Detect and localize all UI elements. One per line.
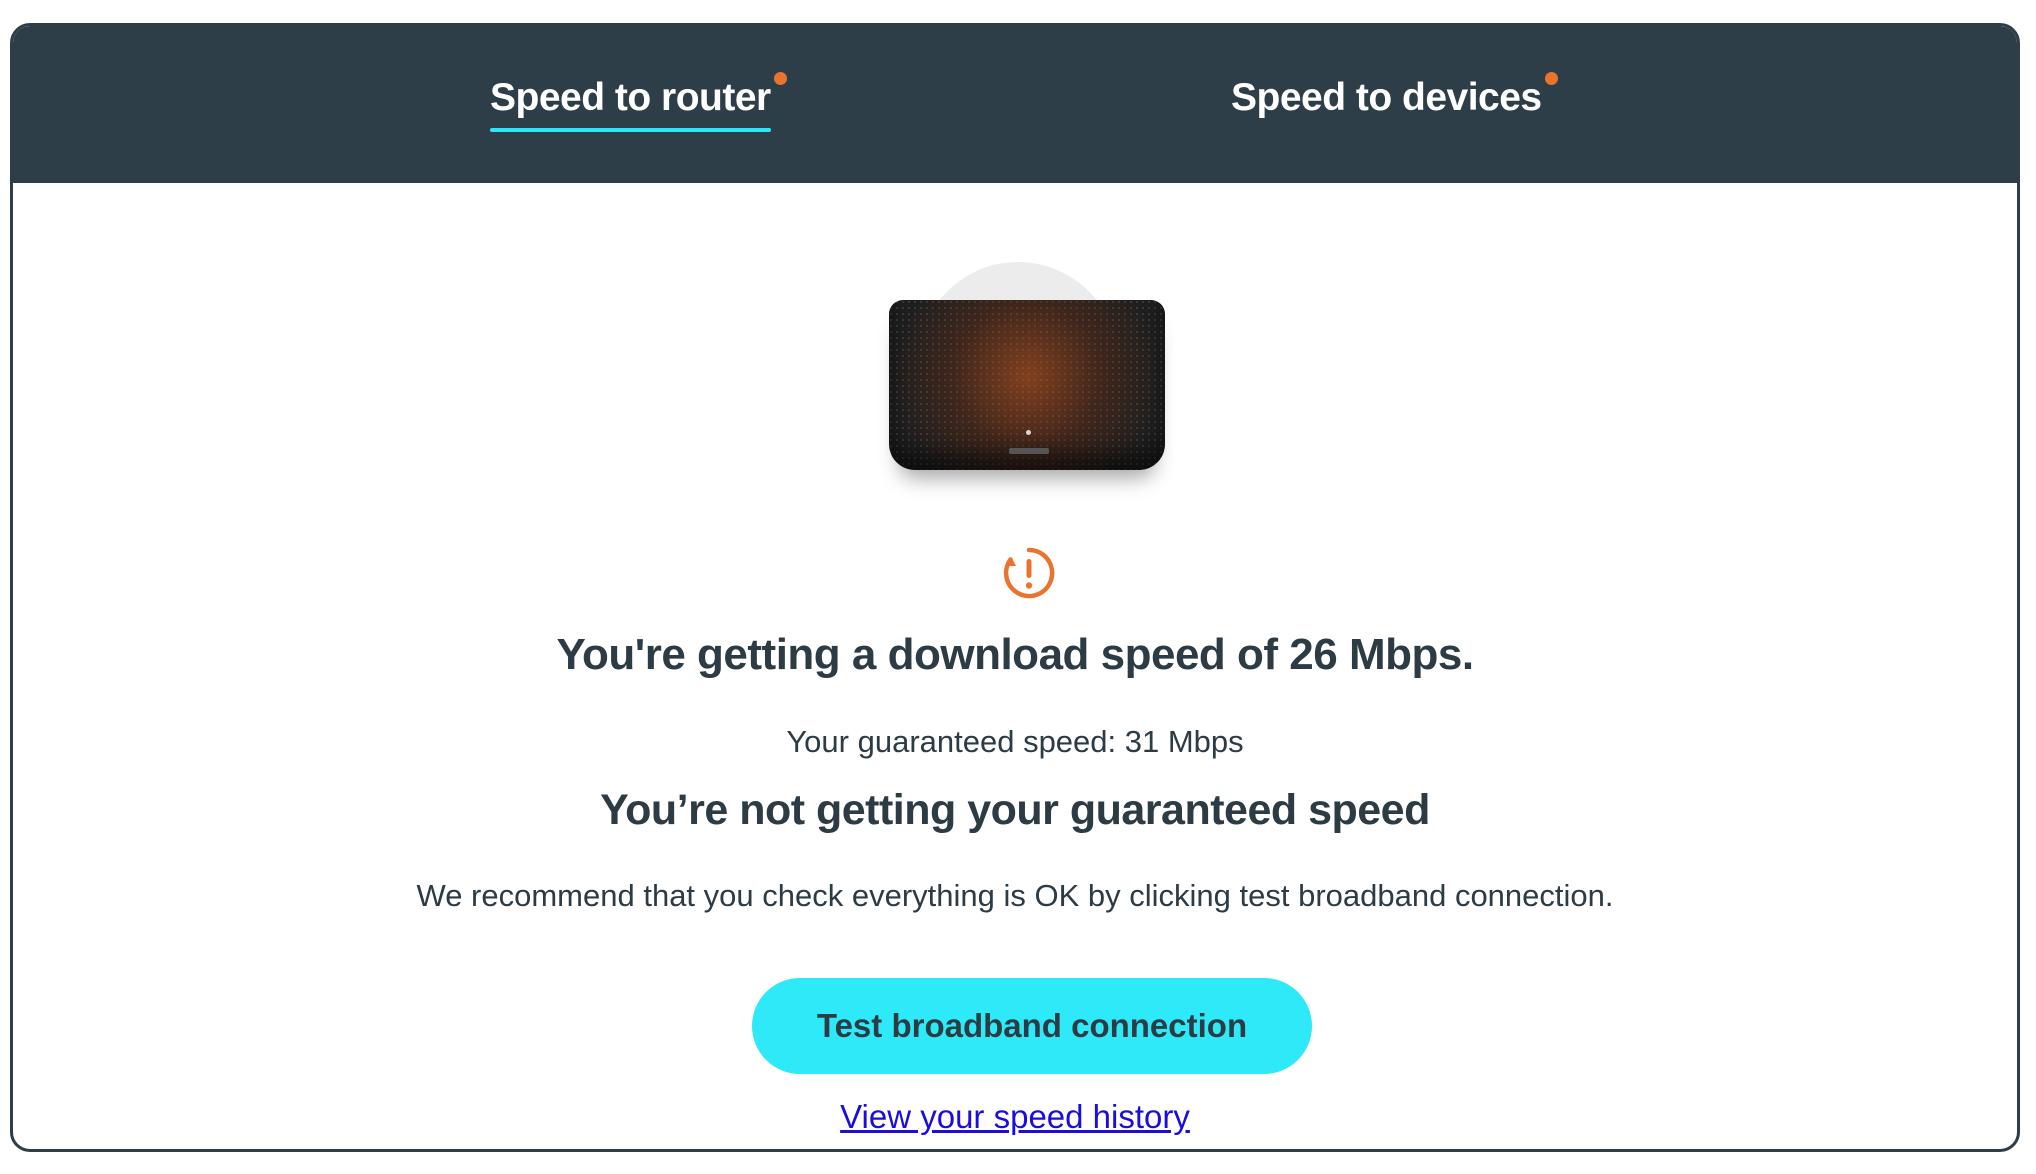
router-status-light <box>1026 430 1031 435</box>
test-broadband-connection-button[interactable]: Test broadband connection <box>752 978 1312 1074</box>
tab-speed-to-router[interactable]: Speed to router <box>490 72 787 146</box>
view-speed-history-link[interactable]: View your speed history <box>840 1098 1190 1135</box>
active-tab-indicator <box>490 128 771 132</box>
recommendation-text: We recommend that you check everything i… <box>416 878 1614 913</box>
exclamation-circle-icon <box>1003 547 1055 599</box>
tab-label: Speed to router <box>490 76 771 119</box>
speed-test-card: Speed to router Speed to devices You're … <box>10 23 2020 1152</box>
notification-dot-icon <box>773 72 787 85</box>
notification-dot-icon <box>1544 72 1558 85</box>
speed-status-heading: You’re not getting your guaranteed speed <box>600 786 1430 834</box>
router-brand-mark <box>1009 448 1049 454</box>
download-speed-headline: You're getting a download speed of 26 Mb… <box>556 630 1474 679</box>
router-image <box>873 262 1165 527</box>
tab-speed-to-devices[interactable]: Speed to devices <box>1231 72 1558 146</box>
guaranteed-speed-text: Your guaranteed speed: 31 Mbps <box>786 724 1244 759</box>
tab-bar: Speed to router Speed to devices <box>13 26 2017 183</box>
router-body <box>889 300 1165 470</box>
speed-history-link-wrap: View your speed history <box>13 1098 2017 1136</box>
tab-label: Speed to devices <box>1231 76 1542 119</box>
